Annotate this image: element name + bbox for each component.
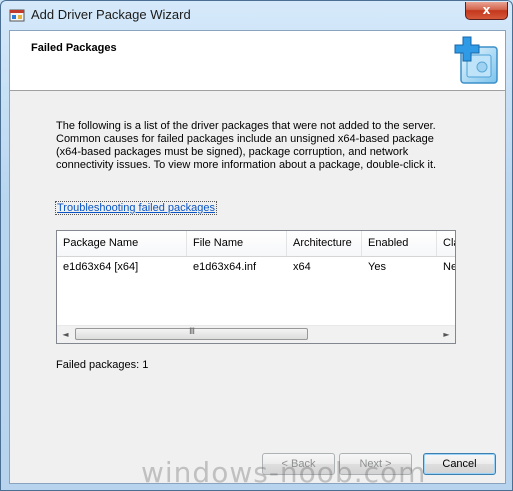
cancel-button[interactable]: Cancel — [423, 453, 496, 475]
cell-architecture: x64 — [293, 261, 311, 273]
wizard-window: Add Driver Package Wizard x Failed Packa… — [0, 0, 513, 491]
column-enabled[interactable]: Enabled — [362, 231, 437, 256]
troubleshooting-link[interactable]: Troubleshooting failed packages — [55, 201, 217, 215]
cell-enabled: Yes — [368, 261, 386, 273]
close-button[interactable]: x — [465, 2, 508, 20]
cell-package-name: e1d63x64 [x64] — [63, 261, 139, 273]
column-architecture[interactable]: Architecture — [287, 231, 362, 256]
description-text: The following is a list of the driver pa… — [56, 120, 437, 171]
page-title: Failed Packages — [31, 42, 117, 54]
failed-packages-list[interactable]: Package Name File Name Architecture Enab… — [56, 230, 456, 344]
table-row[interactable]: e1d63x64 [x64] e1d63x64.inf x64 Yes Ne — [57, 257, 455, 277]
list-header: Package Name File Name Architecture Enab… — [57, 231, 455, 257]
failed-packages-count: Failed packages: 1 — [56, 359, 149, 371]
horizontal-scrollbar[interactable]: ◄ III ► — [57, 325, 455, 343]
window-title: Add Driver Package Wizard — [31, 7, 191, 22]
scrollbar-grip-icon: III — [189, 327, 195, 337]
column-package-name[interactable]: Package Name — [57, 231, 187, 256]
cell-file-name: e1d63x64.inf — [193, 261, 256, 273]
wizard-app-icon — [9, 9, 25, 22]
scrollbar-thumb[interactable]: III — [75, 327, 308, 340]
cell-class: Ne — [443, 261, 456, 273]
title-bar[interactable]: Add Driver Package Wizard x — [1, 1, 513, 29]
column-file-name[interactable]: File Name — [187, 231, 287, 256]
close-icon: x — [482, 3, 491, 17]
scroll-right-icon[interactable]: ► — [438, 326, 455, 343]
page-header: Failed Packages — [10, 31, 505, 91]
wizard-client-area: Failed Packages The following is a list … — [9, 30, 506, 484]
scroll-left-icon[interactable]: ◄ — [57, 326, 74, 343]
driver-package-add-icon — [454, 36, 498, 84]
watermark: windows-noob.com — [141, 456, 427, 489]
column-class[interactable]: Cla — [437, 231, 455, 256]
